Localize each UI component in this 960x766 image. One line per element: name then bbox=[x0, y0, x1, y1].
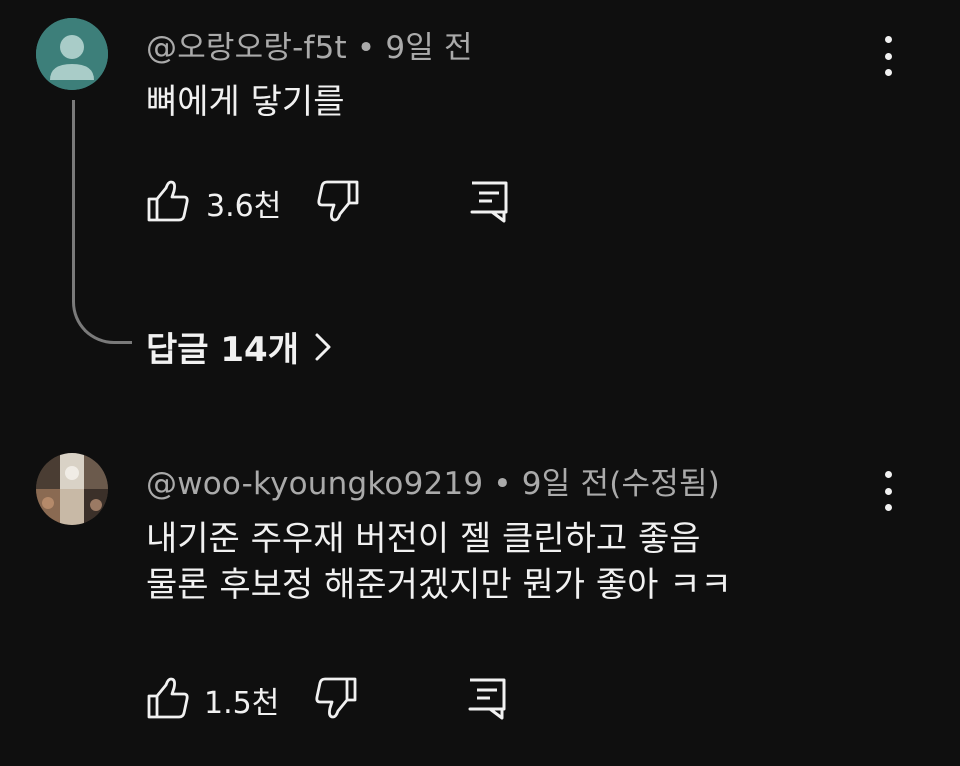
chevron-right-icon bbox=[315, 333, 331, 360]
default-user-icon bbox=[36, 18, 108, 90]
reply-icon bbox=[470, 181, 508, 223]
replies-label: 답글 14개 bbox=[146, 330, 299, 370]
like-button[interactable] bbox=[146, 179, 190, 223]
comment-meta: @오랑오랑-f5t • 9일 전 bbox=[146, 22, 473, 67]
reply-icon bbox=[468, 678, 506, 720]
photo-collage-avatar-icon bbox=[36, 453, 108, 525]
like-count: 3.6천 bbox=[206, 189, 282, 224]
author-name[interactable]: @woo-kyoungko9219 bbox=[146, 466, 483, 502]
view-replies-button[interactable]: 답글 14개 bbox=[146, 322, 333, 371]
comment-item: @woo-kyoungko9219 • 9일 전(수정됨) 내기준 주우재 버전이 … bbox=[0, 430, 960, 766]
comment-text: 내기준 주우재 버전이 젤 클린하고 좋음 물론 후보정 해준거겠지만 뭔가 좋… bbox=[146, 516, 732, 608]
comment-meta: @woo-kyoungko9219 • 9일 전(수정됨) bbox=[146, 458, 720, 503]
dislike-button[interactable] bbox=[314, 676, 358, 720]
separator-dot: • bbox=[493, 466, 512, 502]
comment-text-line: 내기준 주우재 버전이 젤 클린하고 좋음 bbox=[146, 519, 701, 559]
thumbs-up-icon bbox=[147, 180, 189, 222]
kebab-menu-icon[interactable] bbox=[876, 36, 900, 76]
comment-item: @오랑오랑-f5t • 9일 전 뼈에게 닿기를 3.6천 답글 14개 bbox=[0, 0, 960, 400]
kebab-menu-icon[interactable] bbox=[876, 471, 900, 511]
comment-text-line: 물론 후보정 해준거겠지만 뭔가 좋아 ㅋㅋ bbox=[146, 565, 732, 605]
author-name[interactable]: @오랑오랑-f5t bbox=[146, 30, 347, 66]
avatar[interactable] bbox=[36, 18, 108, 90]
reply-button[interactable] bbox=[468, 179, 512, 223]
thumbs-down-icon bbox=[317, 180, 359, 222]
thumbs-down-icon bbox=[315, 677, 357, 719]
thread-line bbox=[72, 100, 132, 344]
comment-text: 뼈에게 닿기를 bbox=[146, 79, 345, 125]
avatar[interactable] bbox=[36, 453, 108, 525]
reply-button[interactable] bbox=[466, 676, 510, 720]
comment-time: 9일 전 bbox=[385, 30, 473, 66]
like-button[interactable] bbox=[146, 676, 190, 720]
dislike-button[interactable] bbox=[316, 179, 360, 223]
thumbs-up-icon bbox=[147, 677, 189, 719]
like-count: 1.5천 bbox=[204, 686, 280, 721]
comment-time: 9일 전(수정됨) bbox=[521, 466, 720, 502]
separator-dot: • bbox=[356, 30, 376, 66]
comment-text-line: 뼈에게 닿기를 bbox=[146, 82, 345, 122]
